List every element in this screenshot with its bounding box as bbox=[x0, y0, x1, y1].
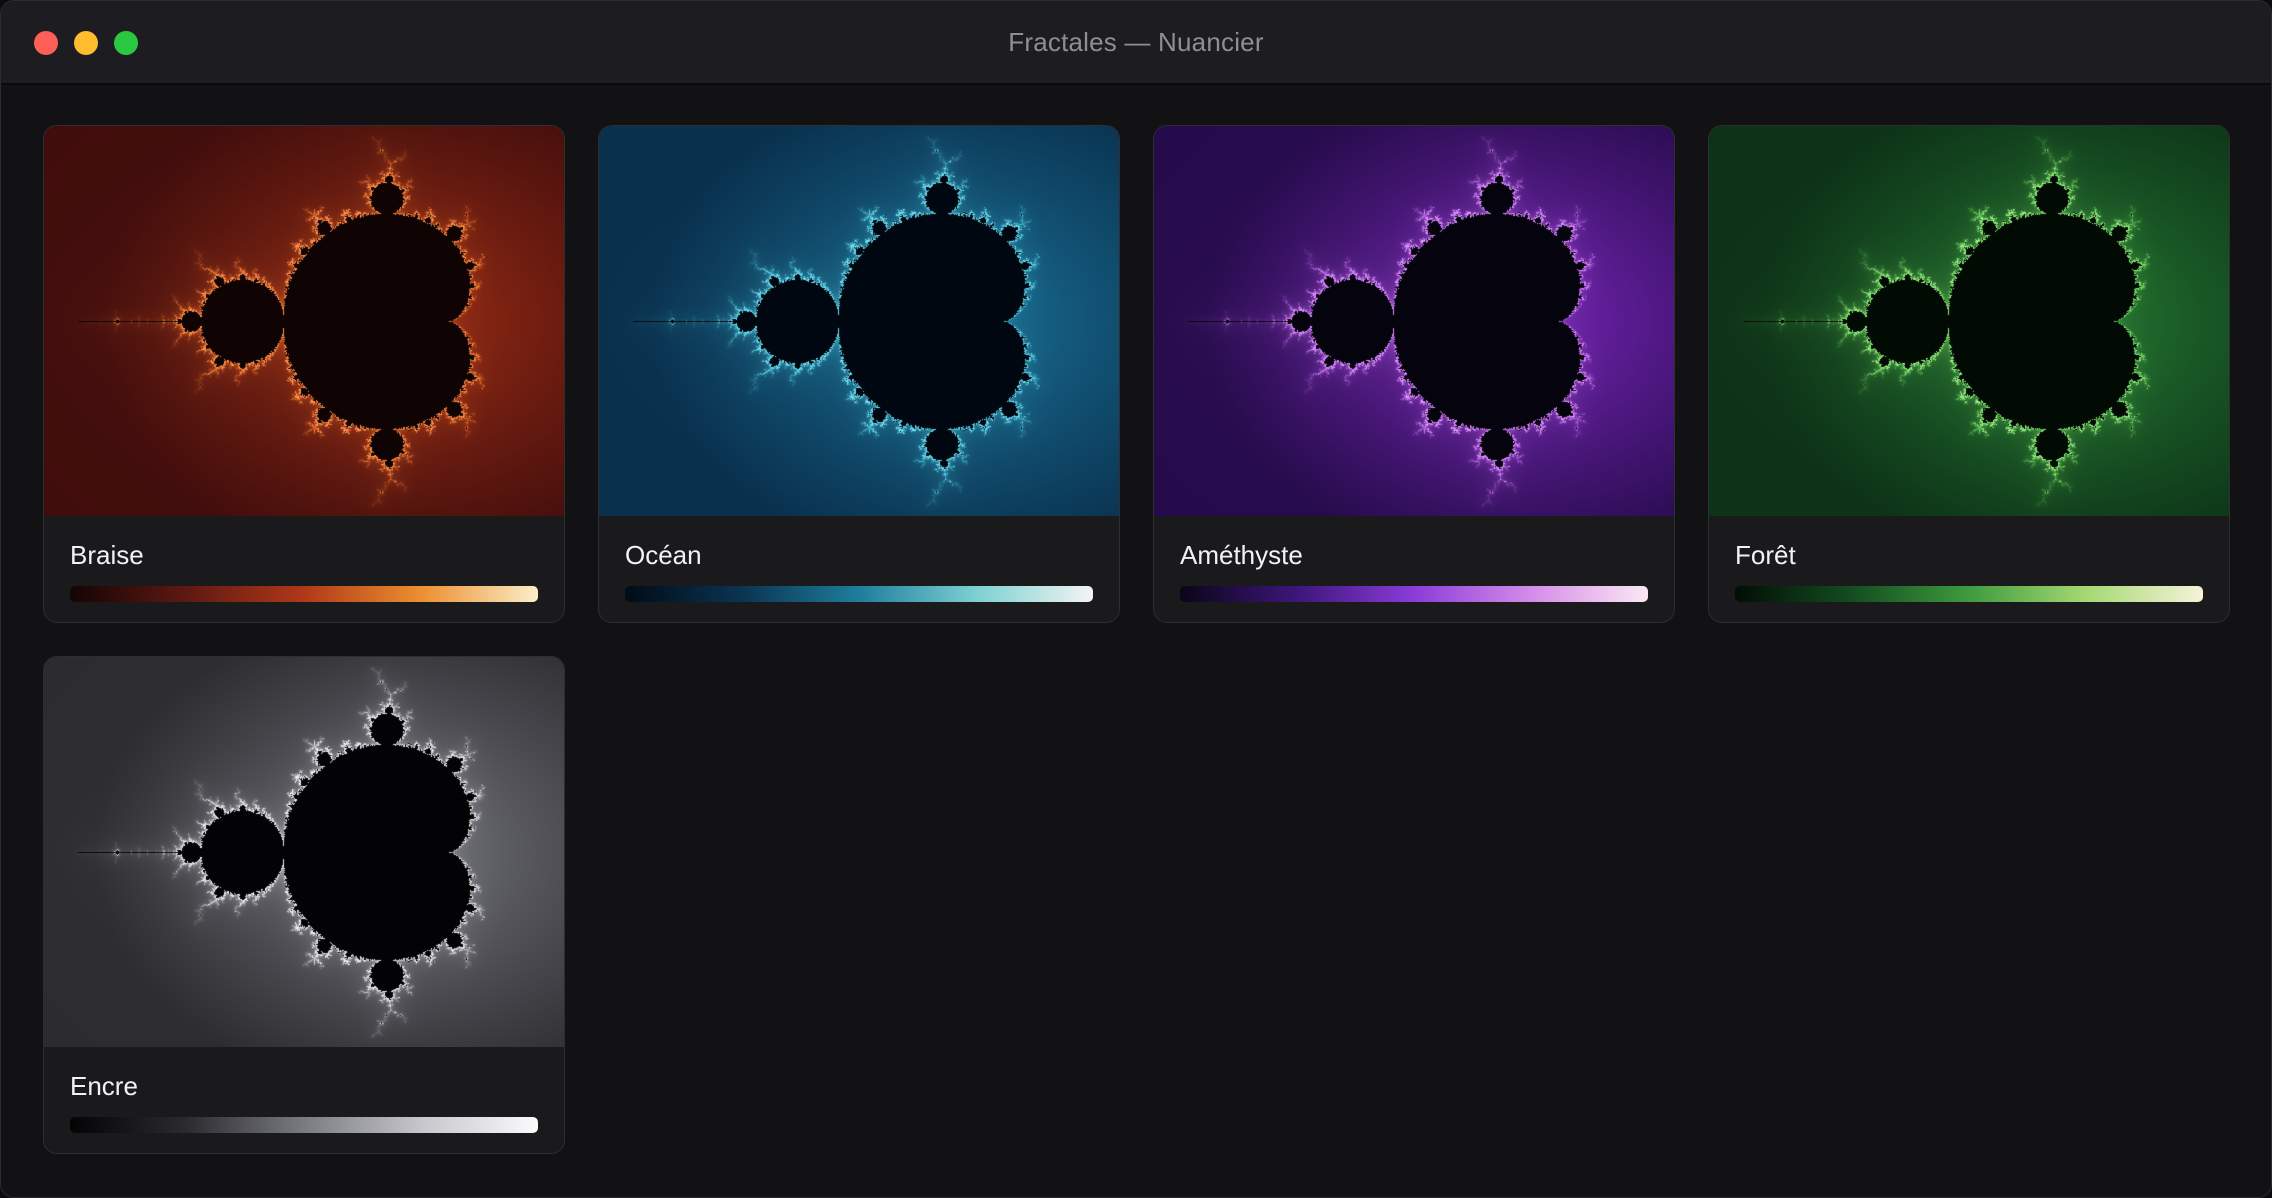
fractal-preview bbox=[44, 657, 564, 1047]
color-ramp bbox=[625, 586, 1093, 602]
palette-name: Forêt bbox=[1735, 540, 1796, 570]
palette-card-ocean[interactable]: Océan bbox=[598, 125, 1120, 623]
fractal-preview bbox=[44, 126, 564, 516]
color-ramp bbox=[70, 586, 538, 602]
palette-card-braise[interactable]: Braise bbox=[43, 125, 565, 623]
fractal-preview bbox=[1154, 126, 1674, 516]
title-bar: Fractales — Nuancier bbox=[1, 1, 2271, 85]
app-window: Fractales — Nuancier Braise Océan Améthy… bbox=[0, 0, 2272, 1198]
palette-name: Encre bbox=[70, 1071, 138, 1101]
window-title: Fractales — Nuancier bbox=[1008, 27, 1264, 57]
palette-card-amethyste[interactable]: Améthyste bbox=[1153, 125, 1675, 623]
color-ramp bbox=[1180, 586, 1648, 602]
palette-name: Océan bbox=[625, 540, 702, 570]
fractal-preview bbox=[599, 126, 1119, 516]
color-ramp bbox=[1735, 586, 2203, 602]
palette-grid: Braise Océan Améthyste Forêt Encre bbox=[43, 125, 2230, 1154]
palette-name: Améthyste bbox=[1180, 540, 1303, 570]
palette-name: Braise bbox=[70, 540, 144, 570]
palette-card-encre[interactable]: Encre bbox=[43, 656, 565, 1154]
color-ramp bbox=[70, 1117, 538, 1133]
fractal-preview bbox=[1709, 126, 2229, 516]
palette-card-foret[interactable]: Forêt bbox=[1708, 125, 2230, 623]
